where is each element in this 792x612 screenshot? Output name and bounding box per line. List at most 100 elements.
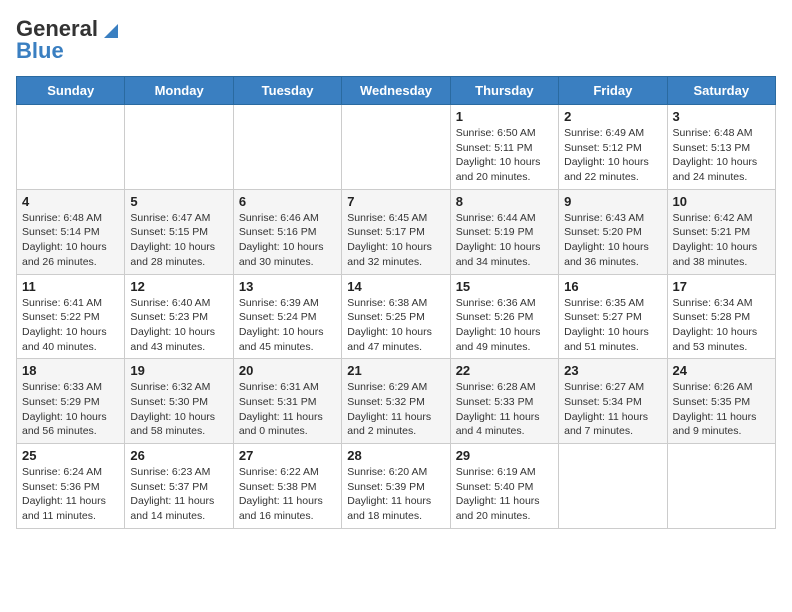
- calendar-cell: 14 Sunrise: 6:38 AM Sunset: 5:25 PM Dayli…: [342, 274, 450, 359]
- day-number: 25: [22, 448, 119, 463]
- day-number: 7: [347, 194, 444, 209]
- day-number: 2: [564, 109, 661, 124]
- day-info: Sunrise: 6:24 AM Sunset: 5:36 PM Dayligh…: [22, 465, 119, 524]
- day-number: 27: [239, 448, 336, 463]
- calendar-week-row: 25 Sunrise: 6:24 AM Sunset: 5:36 PM Dayli…: [17, 444, 776, 529]
- calendar-body: 1 Sunrise: 6:50 AM Sunset: 5:11 PM Daylig…: [17, 105, 776, 529]
- day-info: Sunrise: 6:31 AM Sunset: 5:31 PM Dayligh…: [239, 380, 336, 439]
- day-number: 6: [239, 194, 336, 209]
- calendar-cell: [342, 105, 450, 190]
- day-info: Sunrise: 6:35 AM Sunset: 5:27 PM Dayligh…: [564, 296, 661, 355]
- day-number: 3: [673, 109, 770, 124]
- day-info: Sunrise: 6:43 AM Sunset: 5:20 PM Dayligh…: [564, 211, 661, 270]
- day-info: Sunrise: 6:22 AM Sunset: 5:38 PM Dayligh…: [239, 465, 336, 524]
- calendar-table: SundayMondayTuesdayWednesdayThursdayFrid…: [16, 76, 776, 529]
- calendar-cell: 17 Sunrise: 6:34 AM Sunset: 5:28 PM Dayli…: [667, 274, 775, 359]
- day-number: 13: [239, 279, 336, 294]
- day-info: Sunrise: 6:20 AM Sunset: 5:39 PM Dayligh…: [347, 465, 444, 524]
- day-number: 23: [564, 363, 661, 378]
- calendar-week-row: 1 Sunrise: 6:50 AM Sunset: 5:11 PM Daylig…: [17, 105, 776, 190]
- calendar-cell: 27 Sunrise: 6:22 AM Sunset: 5:38 PM Dayli…: [233, 444, 341, 529]
- day-info: Sunrise: 6:50 AM Sunset: 5:11 PM Dayligh…: [456, 126, 553, 185]
- calendar-cell: 2 Sunrise: 6:49 AM Sunset: 5:12 PM Daylig…: [559, 105, 667, 190]
- day-number: 10: [673, 194, 770, 209]
- calendar-header-row: SundayMondayTuesdayWednesdayThursdayFrid…: [17, 77, 776, 105]
- day-number: 18: [22, 363, 119, 378]
- calendar-cell: 16Sunrise: 6:35 AM Sunset: 5:27 PM Dayli…: [559, 274, 667, 359]
- day-info: Sunrise: 6:38 AM Sunset: 5:25 PM Dayligh…: [347, 296, 444, 355]
- calendar-cell: 24Sunrise: 6:26 AM Sunset: 5:35 PM Dayli…: [667, 359, 775, 444]
- day-number: 28: [347, 448, 444, 463]
- day-number: 1: [456, 109, 553, 124]
- calendar-day-header: Friday: [559, 77, 667, 105]
- day-info: Sunrise: 6:49 AM Sunset: 5:12 PM Dayligh…: [564, 126, 661, 185]
- day-info: Sunrise: 6:34 AM Sunset: 5:28 PM Dayligh…: [673, 296, 770, 355]
- calendar-day-header: Sunday: [17, 77, 125, 105]
- calendar-cell: [233, 105, 341, 190]
- day-number: 22: [456, 363, 553, 378]
- day-number: 19: [130, 363, 227, 378]
- day-info: Sunrise: 6:29 AM Sunset: 5:32 PM Dayligh…: [347, 380, 444, 439]
- day-number: 17: [673, 279, 770, 294]
- calendar-cell: 8 Sunrise: 6:44 AM Sunset: 5:19 PM Daylig…: [450, 189, 558, 274]
- day-number: 11: [22, 279, 119, 294]
- day-info: Sunrise: 6:19 AM Sunset: 5:40 PM Dayligh…: [456, 465, 553, 524]
- calendar-cell: 7 Sunrise: 6:45 AM Sunset: 5:17 PM Daylig…: [342, 189, 450, 274]
- calendar-cell: 6 Sunrise: 6:46 AM Sunset: 5:16 PM Daylig…: [233, 189, 341, 274]
- day-info: Sunrise: 6:48 AM Sunset: 5:14 PM Dayligh…: [22, 211, 119, 270]
- day-number: 4: [22, 194, 119, 209]
- day-info: Sunrise: 6:40 AM Sunset: 5:23 PM Dayligh…: [130, 296, 227, 355]
- day-info: Sunrise: 6:46 AM Sunset: 5:16 PM Dayligh…: [239, 211, 336, 270]
- logo-arrow-icon: [100, 20, 118, 38]
- calendar-cell: 11 Sunrise: 6:41 AM Sunset: 5:22 PM Dayli…: [17, 274, 125, 359]
- day-number: 20: [239, 363, 336, 378]
- calendar-cell: 15 Sunrise: 6:36 AM Sunset: 5:26 PM Dayli…: [450, 274, 558, 359]
- calendar-week-row: 4 Sunrise: 6:48 AM Sunset: 5:14 PM Daylig…: [17, 189, 776, 274]
- day-number: 8: [456, 194, 553, 209]
- day-number: 12: [130, 279, 227, 294]
- calendar-day-header: Thursday: [450, 77, 558, 105]
- day-info: Sunrise: 6:36 AM Sunset: 5:26 PM Dayligh…: [456, 296, 553, 355]
- calendar-cell: 28 Sunrise: 6:20 AM Sunset: 5:39 PM Dayli…: [342, 444, 450, 529]
- day-number: 29: [456, 448, 553, 463]
- day-info: Sunrise: 6:39 AM Sunset: 5:24 PM Dayligh…: [239, 296, 336, 355]
- calendar-cell: 29 Sunrise: 6:19 AM Sunset: 5:40 PM Dayli…: [450, 444, 558, 529]
- calendar-cell: 19 Sunrise: 6:32 AM Sunset: 5:30 PM Dayli…: [125, 359, 233, 444]
- day-info: Sunrise: 6:48 AM Sunset: 5:13 PM Dayligh…: [673, 126, 770, 185]
- calendar-week-row: 11 Sunrise: 6:41 AM Sunset: 5:22 PM Dayli…: [17, 274, 776, 359]
- day-info: Sunrise: 6:23 AM Sunset: 5:37 PM Dayligh…: [130, 465, 227, 524]
- calendar-cell: 3 Sunrise: 6:48 AM Sunset: 5:13 PM Daylig…: [667, 105, 775, 190]
- calendar-cell: [125, 105, 233, 190]
- calendar-day-header: Wednesday: [342, 77, 450, 105]
- calendar-day-header: Tuesday: [233, 77, 341, 105]
- day-number: 14: [347, 279, 444, 294]
- logo: General Blue: [16, 16, 118, 64]
- day-info: Sunrise: 6:42 AM Sunset: 5:21 PM Dayligh…: [673, 211, 770, 270]
- calendar-cell: 1 Sunrise: 6:50 AM Sunset: 5:11 PM Daylig…: [450, 105, 558, 190]
- calendar-cell: [17, 105, 125, 190]
- calendar-cell: 21 Sunrise: 6:29 AM Sunset: 5:32 PM Dayli…: [342, 359, 450, 444]
- calendar-day-header: Monday: [125, 77, 233, 105]
- calendar-week-row: 18 Sunrise: 6:33 AM Sunset: 5:29 PM Dayli…: [17, 359, 776, 444]
- calendar-cell: 20 Sunrise: 6:31 AM Sunset: 5:31 PM Dayli…: [233, 359, 341, 444]
- calendar-cell: 12 Sunrise: 6:40 AM Sunset: 5:23 PM Dayli…: [125, 274, 233, 359]
- day-info: Sunrise: 6:32 AM Sunset: 5:30 PM Dayligh…: [130, 380, 227, 439]
- calendar-cell: 10 Sunrise: 6:42 AM Sunset: 5:21 PM Dayli…: [667, 189, 775, 274]
- day-info: Sunrise: 6:47 AM Sunset: 5:15 PM Dayligh…: [130, 211, 227, 270]
- day-info: Sunrise: 6:33 AM Sunset: 5:29 PM Dayligh…: [22, 380, 119, 439]
- calendar-cell: 26Sunrise: 6:23 AM Sunset: 5:37 PM Dayli…: [125, 444, 233, 529]
- day-info: Sunrise: 6:27 AM Sunset: 5:34 PM Dayligh…: [564, 380, 661, 439]
- calendar-cell: 18 Sunrise: 6:33 AM Sunset: 5:29 PM Dayli…: [17, 359, 125, 444]
- calendar-cell: [667, 444, 775, 529]
- day-number: 9: [564, 194, 661, 209]
- day-info: Sunrise: 6:45 AM Sunset: 5:17 PM Dayligh…: [347, 211, 444, 270]
- calendar-cell: 22Sunrise: 6:28 AM Sunset: 5:33 PM Dayli…: [450, 359, 558, 444]
- day-number: 5: [130, 194, 227, 209]
- day-info: Sunrise: 6:26 AM Sunset: 5:35 PM Dayligh…: [673, 380, 770, 439]
- calendar-cell: 13 Sunrise: 6:39 AM Sunset: 5:24 PM Dayli…: [233, 274, 341, 359]
- day-info: Sunrise: 6:44 AM Sunset: 5:19 PM Dayligh…: [456, 211, 553, 270]
- day-number: 15: [456, 279, 553, 294]
- day-info: Sunrise: 6:41 AM Sunset: 5:22 PM Dayligh…: [22, 296, 119, 355]
- day-number: 21: [347, 363, 444, 378]
- calendar-cell: 9 Sunrise: 6:43 AM Sunset: 5:20 PM Daylig…: [559, 189, 667, 274]
